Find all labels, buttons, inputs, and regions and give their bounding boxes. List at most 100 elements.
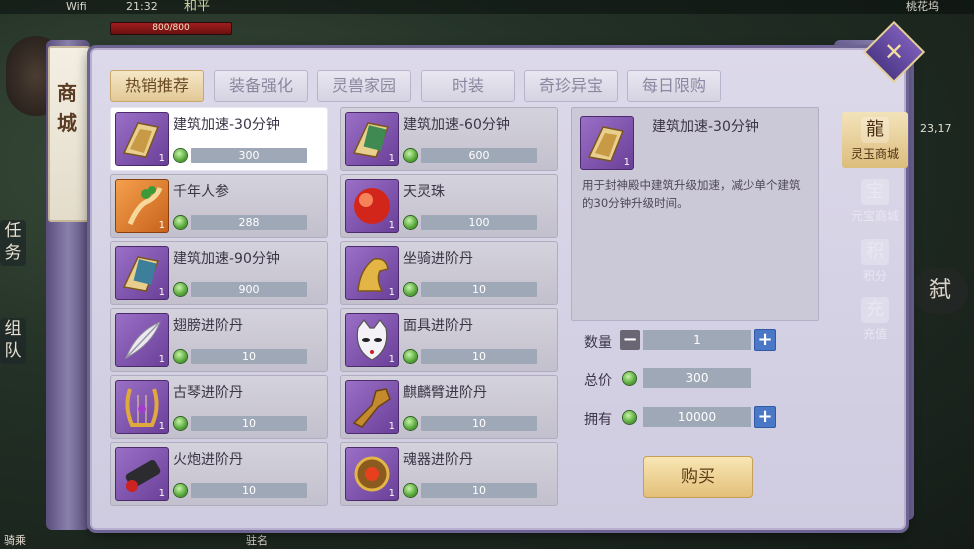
item-name: 天灵珠 [403, 184, 445, 200]
token-icon: 1 [580, 116, 634, 170]
item-detail: 1 建筑加速-30分钟 用于封神殿中建筑升级加速，减少单个建筑的30分钟升级时间… [571, 107, 819, 321]
tab-fashion[interactable]: 时装 [421, 70, 515, 102]
list-item[interactable]: 1 魂器进阶丹 10 [340, 442, 558, 506]
skill-button[interactable]: 弑 [912, 268, 968, 314]
item-price: 10 [421, 483, 537, 498]
list-item[interactable]: 1 建筑加速-90分钟 900 [110, 241, 328, 305]
jade-icon [174, 149, 187, 162]
bottom-label: 驻名 [246, 534, 268, 547]
list-item[interactable]: 1 天灵珠 100 [340, 174, 558, 238]
tab-daily[interactable]: 每日限购 [627, 70, 721, 102]
tab-hot[interactable]: 热销推荐 [110, 70, 204, 102]
item-price: 10 [191, 349, 307, 364]
list-item[interactable]: 1 麒麟臂进阶丹 10 [340, 375, 558, 439]
horse-icon: 1 [345, 246, 399, 300]
jade-icon [404, 283, 417, 296]
jade-icon [404, 350, 417, 363]
own-label: 拥有 [584, 412, 612, 428]
jade-icon [174, 283, 187, 296]
item-name: 古琴进阶丹 [173, 385, 243, 401]
tab-treasure[interactable]: 奇珍异宝 [524, 70, 618, 102]
item-price: 10 [191, 483, 307, 498]
item-price: 288 [191, 215, 307, 230]
ingot-icon: 宝 [861, 179, 889, 205]
detail-title: 建筑加速-30分钟 [652, 119, 759, 135]
total-price: 300 [643, 368, 751, 388]
ginseng-icon: 1 [115, 179, 169, 233]
tab-equip[interactable]: 装备强化 [214, 70, 308, 102]
item-price: 900 [191, 282, 307, 297]
item-name: 麒麟臂进阶丹 [403, 385, 487, 401]
quantity-field[interactable]: 1 [643, 330, 751, 350]
mask-icon: 1 [345, 313, 399, 367]
shop-title: 商城 [57, 81, 77, 135]
list-item[interactable]: 1 面具进阶丹 10 [340, 308, 558, 372]
item-price: 10 [421, 282, 537, 297]
recharge-icon: 充 [861, 297, 889, 323]
recharge-plus-button[interactable]: + [754, 406, 776, 428]
feather-icon: 1 [115, 313, 169, 367]
item-name: 魂器进阶丹 [403, 452, 473, 468]
item-price: 10 [421, 416, 537, 431]
list-item[interactable]: 1 古琴进阶丹 10 [110, 375, 328, 439]
jade-icon [174, 350, 187, 363]
owned-amount: 10000 [643, 407, 751, 427]
list-item[interactable]: 1 翅膀进阶丹 10 [110, 308, 328, 372]
side-item-recharge[interactable]: 充 充值 [842, 292, 908, 348]
list-item[interactable]: 1 火炮进阶丹 10 [110, 442, 328, 506]
tab-pet[interactable]: 灵兽家园 [317, 70, 411, 102]
jade-icon [174, 417, 187, 430]
harp-icon: 1 [115, 380, 169, 434]
token-icon: 1 [115, 112, 169, 166]
side-item-points[interactable]: 积 积分 [842, 234, 908, 290]
map-name: 桃花坞 [906, 0, 939, 13]
task-tab[interactable]: 任务 [0, 220, 26, 266]
pk-mode[interactable]: 和平 [184, 0, 210, 14]
jade-icon [623, 372, 636, 385]
side-item-ingot-shop[interactable]: 宝 元宝商城 [842, 174, 908, 230]
item-price: 600 [421, 148, 537, 163]
coordinates: 23,17 [920, 122, 952, 135]
total-label: 总价 [584, 373, 612, 389]
jade-icon [404, 417, 417, 430]
token-icon: 1 [115, 246, 169, 300]
hp-bar: 800/800 [110, 22, 232, 35]
close-icon: ✕ [883, 38, 905, 66]
clock: 21:32 [126, 0, 158, 13]
arm-icon: 1 [345, 380, 399, 434]
increase-button[interactable]: + [754, 329, 776, 351]
wifi-label: Wifi [66, 0, 87, 13]
team-tab[interactable]: 组队 [0, 318, 26, 364]
jade-icon [404, 149, 417, 162]
item-price: 100 [421, 215, 537, 230]
item-name: 火炮进阶丹 [173, 452, 243, 468]
relic-icon: 1 [345, 447, 399, 501]
decrease-button[interactable]: − [620, 330, 640, 350]
side-item-jade-shop[interactable]: 龍 灵玉商城 [842, 112, 908, 168]
item-name: 千年人参 [173, 184, 229, 200]
jade-icon [174, 216, 187, 229]
item-price: 10 [421, 349, 537, 364]
item-name: 翅膀进阶丹 [173, 318, 243, 334]
item-name: 建筑加速-30分钟 [173, 117, 280, 133]
item-price: 10 [191, 416, 307, 431]
mount-label[interactable]: 骑乘 [4, 532, 26, 548]
detail-description: 用于封神殿中建筑升级加速，减少单个建筑的30分钟升级时间。 [582, 178, 801, 210]
jade-icon [623, 411, 636, 424]
orb-icon: 1 [345, 179, 399, 233]
jade-dragon-icon: 龍 [861, 117, 889, 143]
cannon-icon: 1 [115, 447, 169, 501]
list-item[interactable]: 1 建筑加速-30分钟 300 [110, 107, 328, 171]
jade-icon [404, 484, 417, 497]
buy-button[interactable]: 购买 [643, 456, 753, 498]
points-bag-icon: 积 [861, 239, 889, 265]
list-item[interactable]: 1 千年人参 288 [110, 174, 328, 238]
list-item[interactable]: 1 坐骑进阶丹 10 [340, 241, 558, 305]
item-name: 建筑加速-60分钟 [403, 117, 510, 133]
status-bar: Wifi 21:32 和平 桃花坞 [0, 0, 974, 14]
item-name: 建筑加速-90分钟 [173, 251, 280, 267]
list-item[interactable]: 1 建筑加速-60分钟 600 [340, 107, 558, 171]
token-icon: 1 [345, 112, 399, 166]
item-name: 坐骑进阶丹 [403, 251, 473, 267]
quantity-label: 数量 [584, 335, 612, 351]
